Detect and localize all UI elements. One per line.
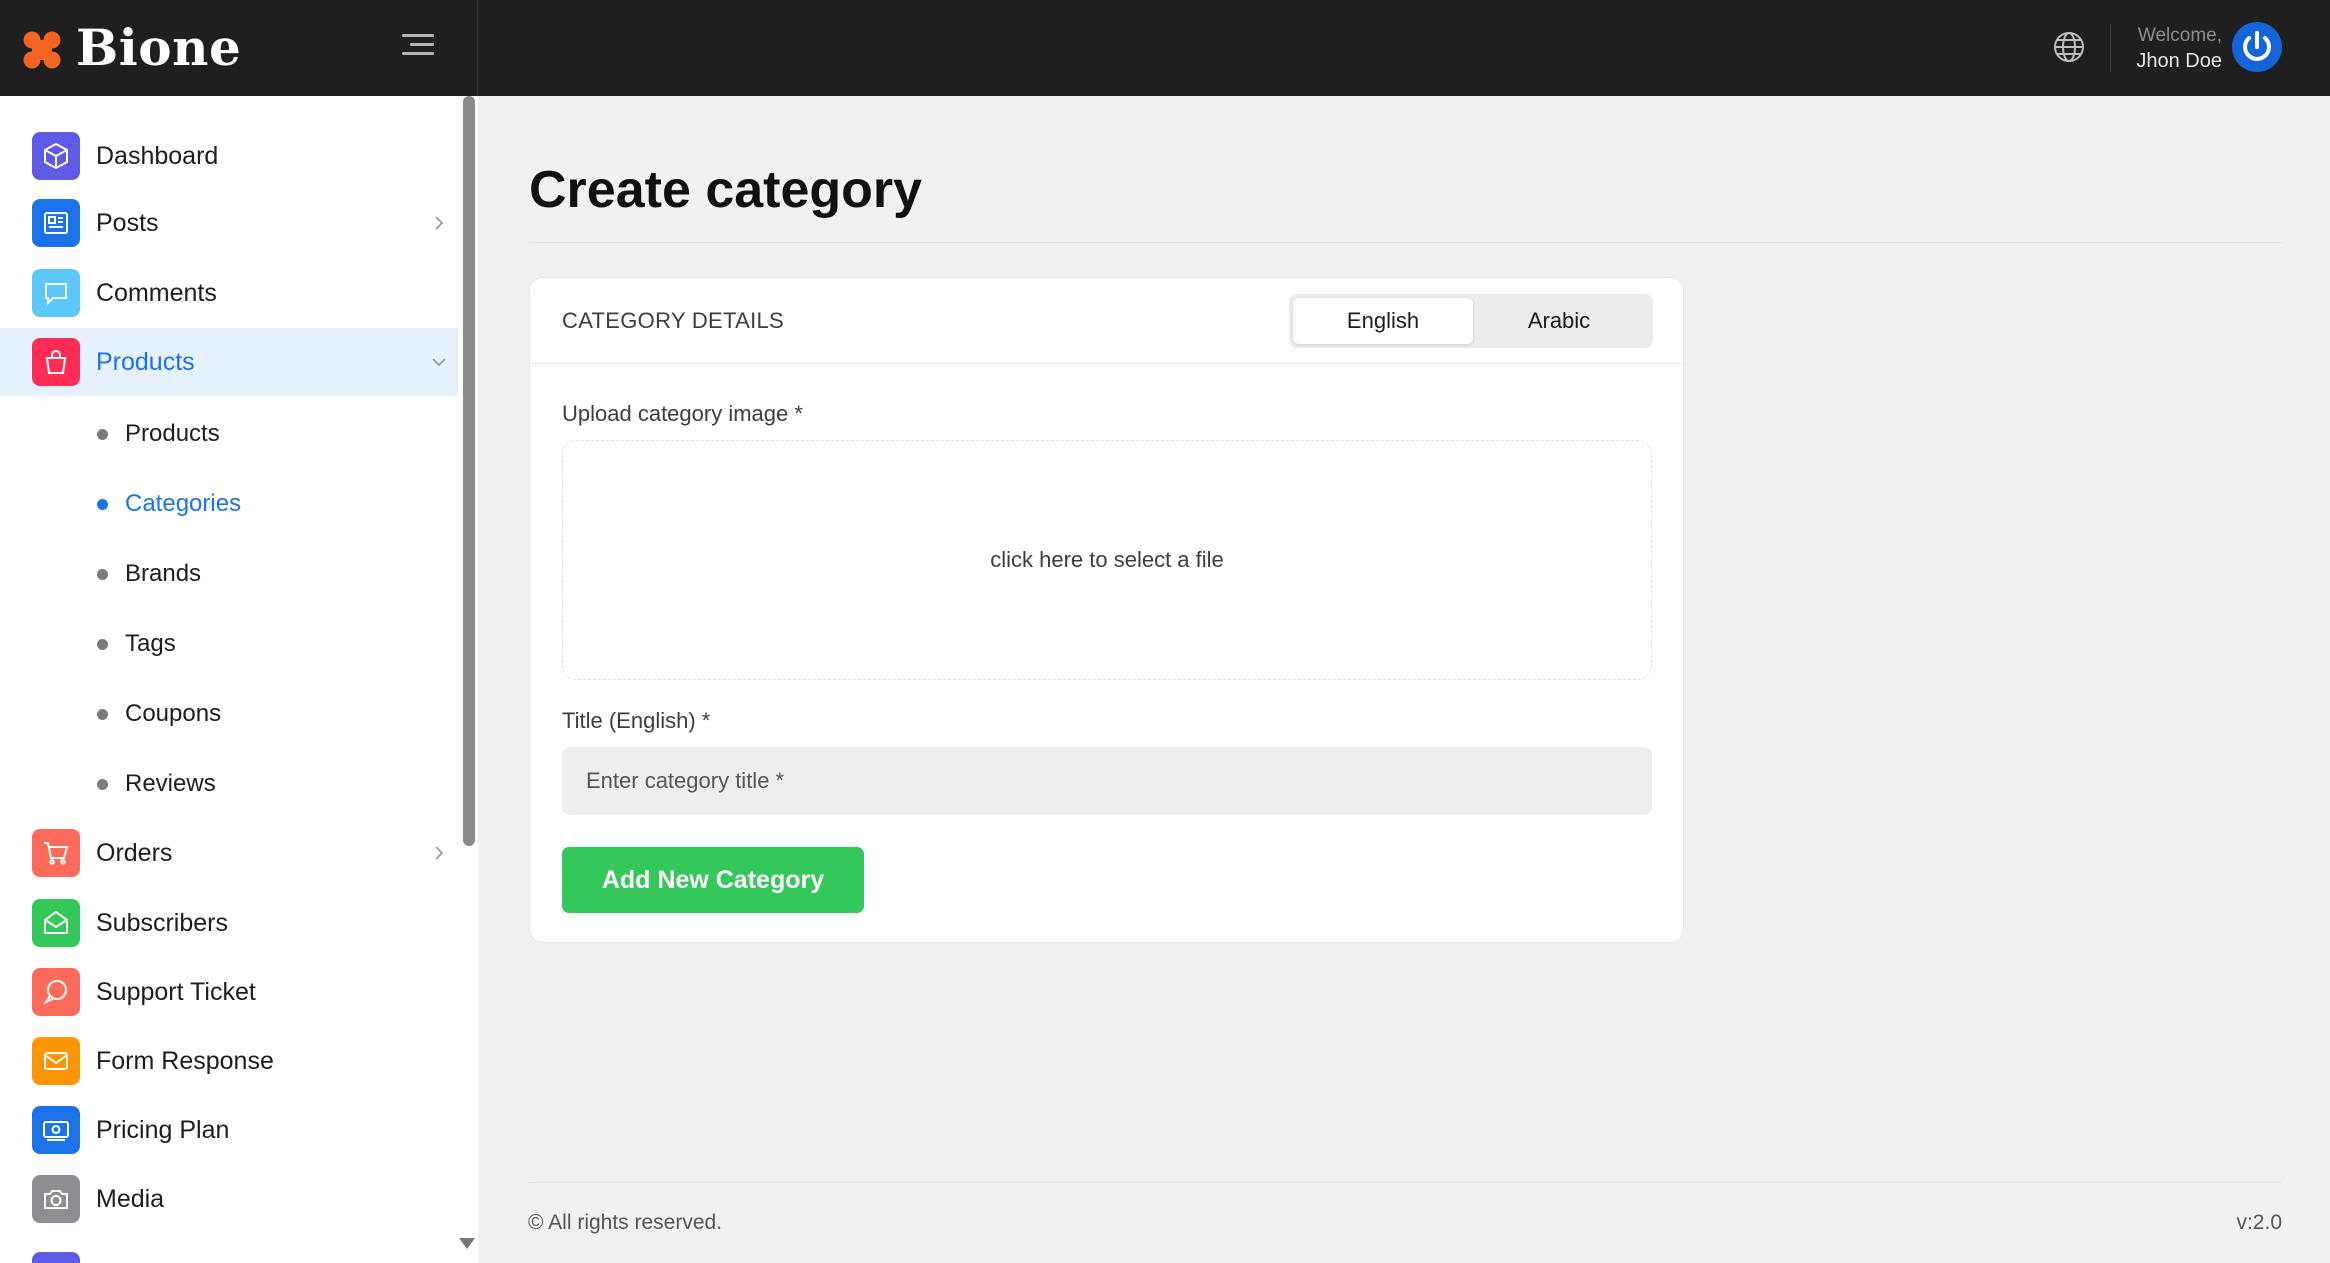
shopping-bag-icon [32, 338, 80, 386]
card-title: CATEGORY DETAILS [562, 308, 785, 333]
sidebar-subitem-label: Tags [125, 630, 176, 657]
sidebar-item-label: Dashboard [96, 141, 219, 170]
header-divider [2110, 24, 2111, 72]
sidebar-item-posts[interactable]: Posts [0, 189, 458, 257]
category-details-card: CATEGORY DETAILS English Arabic Upload c… [529, 277, 1684, 943]
camera-icon [32, 1175, 80, 1223]
user-name: Jhon Doe [2136, 50, 2222, 72]
sidebar-subitem-categories[interactable]: Categories [0, 473, 458, 535]
sidebar-item-pricing-plan[interactable]: Pricing Plan [0, 1096, 458, 1164]
version-text: v:2.0 [2236, 1211, 2282, 1234]
money-icon [32, 1106, 80, 1154]
sidebar-item-dashboard[interactable]: Dashboard [0, 122, 458, 190]
category-title-input[interactable] [562, 747, 1652, 815]
sidebar-subitem-products[interactable]: Products [0, 403, 458, 465]
card-header: CATEGORY DETAILS English Arabic [530, 278, 1683, 364]
sidebar-subitem-label: Brands [125, 560, 202, 587]
chevron-right-icon [435, 216, 444, 230]
sidebar-item-label: Support Ticket [96, 977, 256, 1006]
page-title: Create category [529, 161, 923, 219]
sidebar-item-label: Form Response [96, 1046, 274, 1075]
envelope-icon [32, 1037, 80, 1085]
sidebar-subitem-label: Reviews [125, 770, 216, 797]
power-icon [2243, 31, 2271, 61]
scroll-down-arrow-icon[interactable] [459, 1238, 475, 1249]
footer-divider [529, 1182, 2282, 1183]
bullet-icon [97, 638, 108, 650]
sidebar-item-subscribers[interactable]: Subscribers [0, 889, 458, 957]
chevron-down-icon [432, 358, 446, 367]
globe-icon[interactable] [2052, 30, 2086, 64]
dropzone-text: click here to select a file [990, 547, 1224, 572]
sidebar: Dashboard Posts Comments Products Produc… [0, 96, 478, 1263]
partial-icon [32, 1252, 80, 1263]
sidebar-item-form-response[interactable]: Form Response [0, 1027, 458, 1095]
sidebar-scrollbar-thumb[interactable] [463, 96, 475, 846]
sidebar-item-orders[interactable]: Orders [0, 819, 458, 887]
sidebar-item-support-ticket[interactable]: Support Ticket [0, 958, 458, 1026]
sidebar-item-label: Posts [96, 208, 159, 237]
newspaper-icon [32, 199, 80, 247]
tab-english[interactable]: English [1293, 298, 1473, 344]
bullet-icon [97, 708, 108, 720]
upload-label: Upload category image * [562, 401, 803, 426]
chat-bubble-icon [32, 269, 80, 317]
sidebar-item-label: Subscribers [96, 908, 228, 937]
sidebar-subitem-label: Categories [125, 490, 242, 517]
chevron-right-icon [435, 846, 444, 860]
language-tabs: English Arabic [1289, 294, 1653, 348]
avatar[interactable] [2232, 22, 2282, 72]
sidebar-item-label: Products [96, 347, 195, 376]
sidebar-item-label: Media [96, 1184, 165, 1213]
sidebar-item-label: Orders [96, 838, 173, 867]
image-dropzone[interactable]: click here to select a file [562, 440, 1652, 680]
menu-toggle-icon[interactable] [400, 34, 434, 62]
sidebar-subitem-brands[interactable]: Brands [0, 543, 458, 605]
mail-open-icon [32, 899, 80, 947]
sidebar-subitem-coupons[interactable]: Coupons [0, 683, 458, 745]
add-new-category-button[interactable]: Add New Category [562, 847, 864, 913]
bullet-icon [97, 428, 108, 440]
sidebar-subitem-label: Coupons [125, 700, 222, 727]
welcome-text: Welcome, [2137, 25, 2222, 46]
sidebar-item-products[interactable]: Products [0, 328, 458, 396]
copyright-text: © All rights reserved. [528, 1211, 723, 1234]
cart-icon [32, 829, 80, 877]
sidebar-subitem-tags[interactable]: Tags [0, 613, 458, 675]
cube-icon [32, 132, 80, 180]
sidebar-item-media[interactable]: Media [0, 1165, 458, 1233]
sidebar-item-label: Comments [96, 278, 217, 307]
bullet-icon [97, 498, 108, 510]
support-chat-icon [32, 968, 80, 1016]
sidebar-item-label: Pricing Plan [96, 1115, 230, 1144]
sidebar-item-partial[interactable] [0, 1234, 458, 1263]
brand-name: Bione [76, 18, 242, 77]
sidebar-subitem-label: Products [125, 420, 220, 447]
sidebar-subitem-reviews[interactable]: Reviews [0, 753, 458, 815]
top-bar: Bione Welcome, Jhon Doe [0, 0, 2330, 96]
title-label: Title (English) * [562, 708, 711, 733]
tab-arabic[interactable]: Arabic [1469, 298, 1649, 344]
brand: Bione [0, 0, 478, 96]
brand-logo-icon [23, 31, 61, 69]
title-divider [529, 242, 2282, 243]
bullet-icon [97, 568, 108, 580]
sidebar-item-comments[interactable]: Comments [0, 259, 458, 327]
welcome-block: Welcome, Jhon Doe [2130, 24, 2222, 74]
bullet-icon [97, 778, 108, 790]
